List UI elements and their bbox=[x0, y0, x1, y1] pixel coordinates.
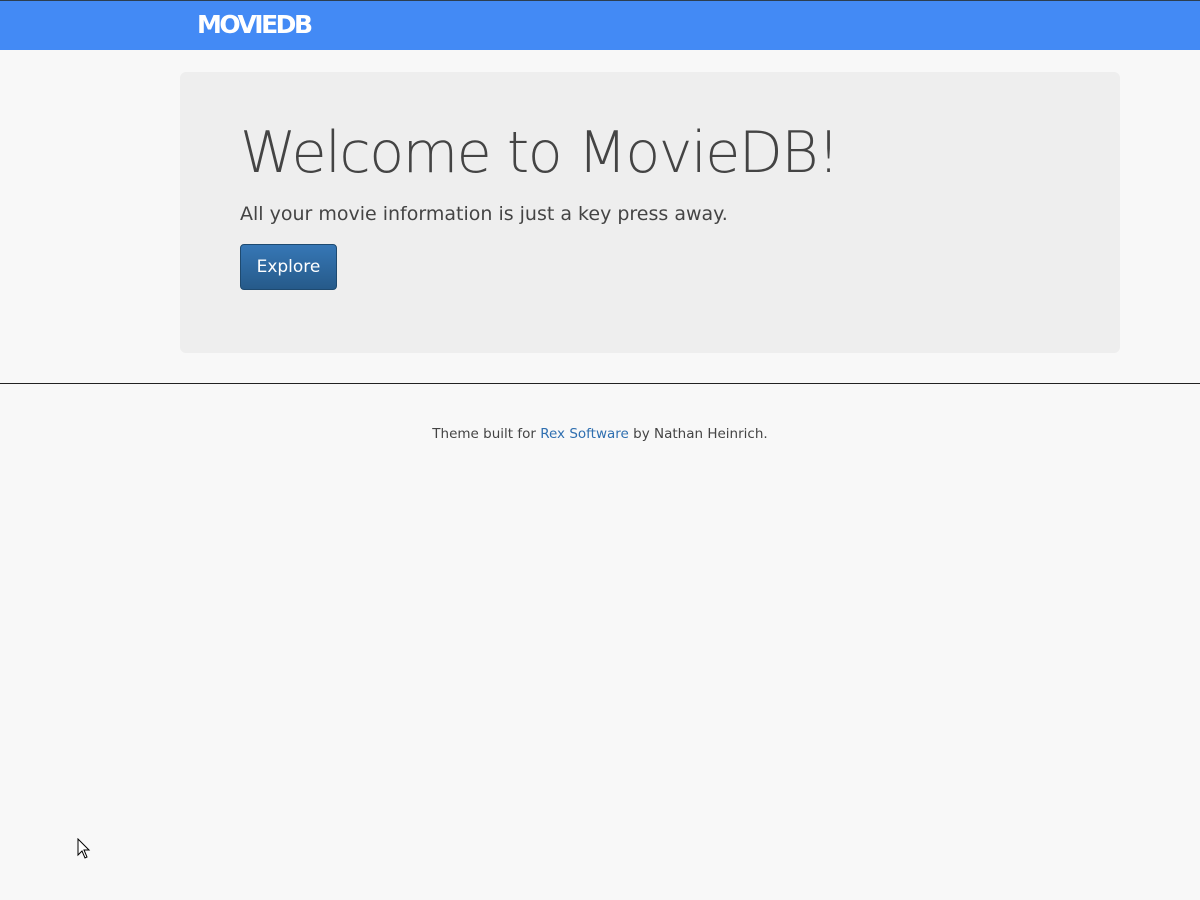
mouse-pointer-icon bbox=[77, 838, 91, 859]
rex-software-link[interactable]: Rex Software bbox=[540, 426, 629, 442]
jumbotron: Welcome to MovieDB! All your movie infor… bbox=[180, 72, 1120, 353]
footer-divider bbox=[0, 383, 1200, 384]
page-title: Welcome to MovieDB! bbox=[240, 120, 840, 186]
footer: Theme built for Rex Software by Nathan H… bbox=[0, 424, 1200, 444]
brand-logo[interactable]: MOVIEDB bbox=[197, 10, 313, 40]
footer-suffix: by Nathan Heinrich. bbox=[628, 426, 768, 442]
footer-prefix: Theme built for bbox=[432, 426, 541, 442]
lead-text: All your movie information is just a key… bbox=[240, 203, 728, 225]
explore-button[interactable]: Explore bbox=[240, 244, 337, 290]
navbar: MOVIEDB bbox=[0, 0, 1200, 50]
